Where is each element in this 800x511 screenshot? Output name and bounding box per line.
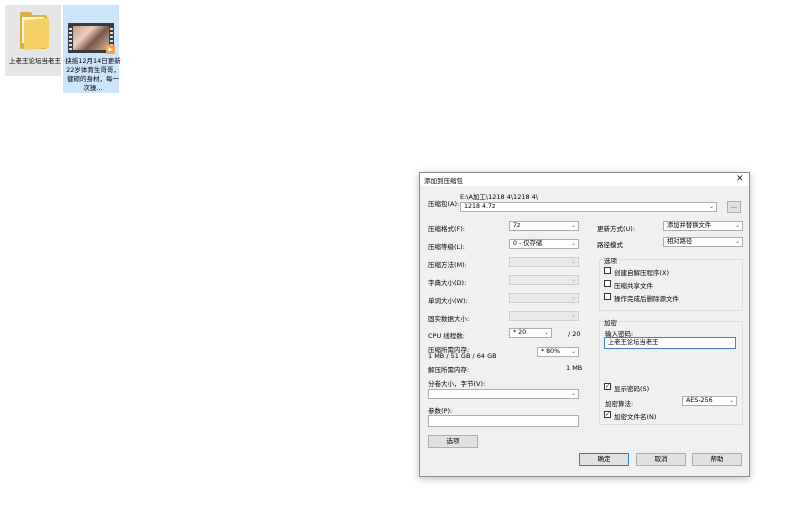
chevron-down-icon: ⌄ bbox=[570, 276, 576, 283]
pathmode-label: 路径模式 bbox=[597, 241, 623, 249]
archive-filename: 1218 4.7z bbox=[464, 203, 496, 210]
chevron-down-icon: ⌄ bbox=[734, 238, 740, 245]
solid-select: ⌄ bbox=[509, 311, 579, 321]
password-input[interactable]: 上老王论坛当老王 bbox=[604, 337, 736, 349]
dialog-title: 添加到压缩包 bbox=[424, 177, 463, 185]
mem-decompress-value: 1 MB bbox=[566, 364, 583, 372]
desktop-video-item[interactable]: ▶ 抉摇12月14日更新22岁体育生哥哥，健硕的身材，每一次操... bbox=[63, 5, 121, 93]
params-input[interactable] bbox=[428, 415, 579, 427]
pathmode-select[interactable]: 相对路径 ⌄ bbox=[663, 237, 743, 247]
chevron-down-icon: ⌄ bbox=[570, 312, 576, 319]
encryption-group-title: 加密 bbox=[603, 317, 618, 327]
dict-label: 字典大小(D): bbox=[428, 279, 467, 287]
help-button[interactable]: 帮助 bbox=[692, 453, 742, 466]
show-password-checkbox[interactable]: ✓ bbox=[604, 383, 611, 390]
add-to-archive-dialog: 添加到压缩包 ✕ 压缩包(A): E:\A加工\1218 4\1218 4\ 1… bbox=[419, 172, 750, 477]
archive-label: 压缩包(A): bbox=[428, 200, 460, 208]
encryption-method-select[interactable]: AES-256 ⌄ bbox=[682, 396, 737, 406]
chevron-down-icon: ⌄ bbox=[570, 258, 576, 265]
mem-compress-detail: 1 MB / 51 GB / 64 GB bbox=[428, 352, 497, 360]
browse-button[interactable]: ... bbox=[727, 201, 741, 213]
chevron-down-icon: ⌄ bbox=[734, 222, 740, 229]
split-select[interactable]: ⌄ bbox=[428, 389, 579, 399]
level-label: 压缩等级(L): bbox=[428, 243, 465, 251]
cpu-label: CPU 线程数: bbox=[428, 332, 465, 340]
chevron-down-icon: ⌄ bbox=[570, 222, 576, 229]
format-label: 压缩格式(F): bbox=[428, 225, 466, 233]
chevron-down-icon: ⌄ bbox=[708, 203, 714, 210]
play-icon: ▶ bbox=[106, 45, 115, 54]
mem-decompress-label: 解压所需内存: bbox=[428, 366, 470, 374]
cpu-total: / 20 bbox=[568, 330, 581, 338]
word-select: ⌄ bbox=[509, 293, 579, 303]
encrypt-names-checkbox[interactable]: ✓ bbox=[604, 411, 611, 418]
method-select: ⌄ bbox=[509, 257, 579, 267]
params-label: 参数(P): bbox=[428, 407, 453, 415]
desktop-folder-item[interactable]: 上老王论坛当老王 bbox=[5, 5, 61, 76]
sfx-label: 创建自解压程序(X) bbox=[614, 269, 670, 277]
update-label: 更新方式(U): bbox=[597, 225, 636, 233]
dict-select: ⌄ bbox=[509, 275, 579, 285]
word-label: 单词大小(W): bbox=[428, 297, 468, 305]
split-label: 分卷大小，字节(V): bbox=[428, 380, 486, 388]
cancel-button[interactable]: 取消 bbox=[636, 453, 686, 466]
options-button[interactable]: 选项 bbox=[428, 435, 478, 448]
chevron-down-icon: ⌄ bbox=[570, 348, 576, 355]
solid-label: 固实数据大小: bbox=[428, 315, 470, 323]
shared-files-checkbox[interactable] bbox=[604, 280, 611, 287]
ok-button[interactable]: 确定 bbox=[579, 453, 629, 466]
desktop-item-label: 抉摇12月14日更新22岁体育生哥哥，健硕的身材，每一次操... bbox=[65, 57, 121, 92]
encryption-method-label: 加密算法: bbox=[605, 400, 634, 408]
desktop-item-label: 上老王论坛当老王 bbox=[9, 57, 61, 65]
options-group-title: 选项 bbox=[603, 255, 618, 265]
chevron-down-icon: ⌄ bbox=[570, 390, 576, 397]
encrypt-names-label: 加密文件名(N) bbox=[614, 413, 657, 421]
chevron-down-icon: ⌄ bbox=[728, 397, 734, 404]
close-icon[interactable]: ✕ bbox=[736, 173, 744, 186]
chevron-down-icon: ⌄ bbox=[570, 294, 576, 301]
dialog-titlebar[interactable]: 添加到压缩包 ✕ bbox=[420, 173, 749, 186]
cpu-select[interactable]: * 20 ⌄ bbox=[509, 328, 552, 338]
show-password-label: 显示密码(S) bbox=[614, 385, 650, 393]
archive-filename-combo[interactable]: 1218 4.7z ⌄ bbox=[460, 202, 717, 212]
chevron-down-icon: ⌄ bbox=[570, 240, 576, 247]
mem-percent-select[interactable]: * 80% ⌄ bbox=[537, 347, 579, 357]
method-label: 压缩方法(M): bbox=[428, 261, 467, 269]
sfx-checkbox[interactable] bbox=[604, 267, 611, 274]
chevron-down-icon: ⌄ bbox=[543, 329, 549, 336]
delete-after-checkbox[interactable] bbox=[604, 293, 611, 300]
format-select[interactable]: 7z ⌄ bbox=[509, 221, 579, 231]
shared-files-label: 压缩共享文件 bbox=[614, 282, 653, 290]
delete-after-label: 操作完成后删除源文件 bbox=[614, 295, 679, 303]
archive-path: E:\A加工\1218 4\1218 4\ bbox=[460, 193, 538, 201]
update-select[interactable]: 添加并替换文件 ⌄ bbox=[663, 221, 743, 231]
level-select[interactable]: 0 - 仅存储 ⌄ bbox=[509, 239, 579, 249]
